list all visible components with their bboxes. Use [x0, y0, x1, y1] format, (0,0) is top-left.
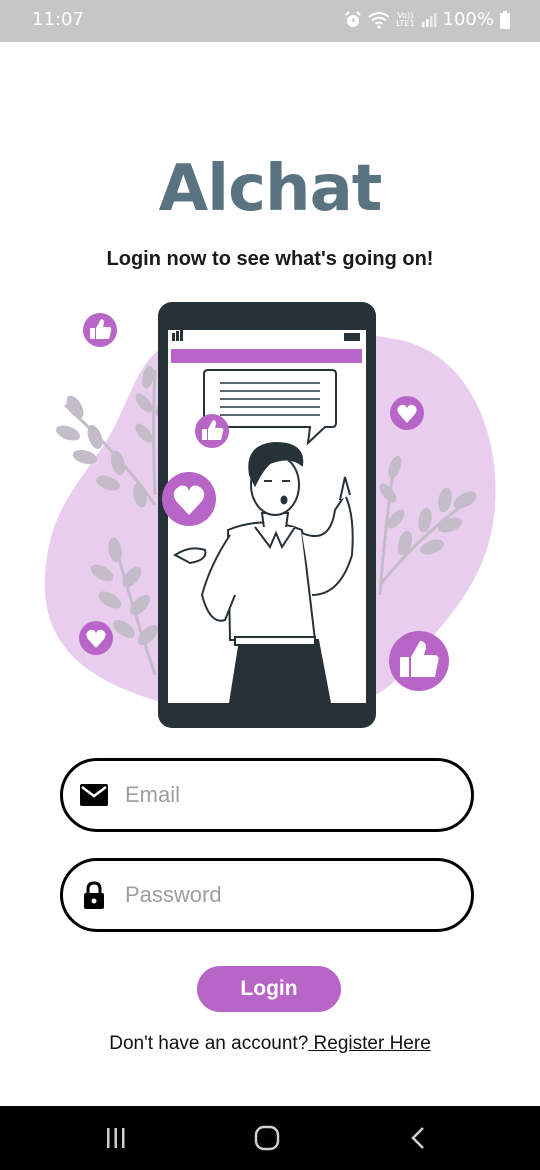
back-button[interactable]: [398, 1122, 438, 1154]
envelope-icon: [79, 780, 109, 810]
status-icons: Vo)) LTE1 100%: [344, 9, 510, 30]
back-icon: [411, 1127, 424, 1149]
register-line: Don't have an account? Register Here: [0, 1033, 540, 1055]
signal-icon: [421, 12, 437, 27]
home-button[interactable]: [247, 1122, 287, 1154]
register-prompt: Don't have an account?: [109, 1033, 309, 1054]
battery-percent: 100%: [442, 9, 494, 30]
email-input[interactable]: [123, 771, 451, 819]
battery-icon: [500, 10, 510, 29]
login-subtitle: Login now to see what's going on!: [106, 248, 434, 270]
navigation-bar: [0, 1106, 540, 1170]
chat-illustration: [44, 302, 496, 728]
alarm-icon: [345, 10, 361, 27]
app-title: Alchat: [158, 152, 383, 226]
lock-icon: [79, 880, 109, 910]
recents-button[interactable]: [96, 1122, 136, 1154]
thumbs-up-badge-bottom-right: [389, 631, 449, 691]
recents-icon: [107, 1128, 125, 1148]
heart-badge-large: [162, 472, 216, 526]
heart-badge-left: [79, 621, 113, 655]
thumbs-up-badge-top-left: [83, 313, 117, 347]
login-button[interactable]: Login: [197, 966, 341, 1012]
wifi-icon: [368, 11, 390, 29]
status-bar: 11:07 Vo)) LTE1 100%: [0, 0, 540, 42]
register-link[interactable]: Register Here: [308, 1033, 431, 1054]
volte-indicator: Vo)) LTE1: [396, 10, 415, 28]
password-field[interactable]: [60, 858, 474, 932]
status-time: 11:07: [32, 9, 84, 30]
thumbs-up-badge-phone: [195, 414, 229, 448]
email-field[interactable]: [60, 758, 474, 832]
home-icon: [254, 1125, 280, 1151]
heart-badge-right: [390, 396, 424, 430]
password-input[interactable]: [123, 871, 451, 919]
